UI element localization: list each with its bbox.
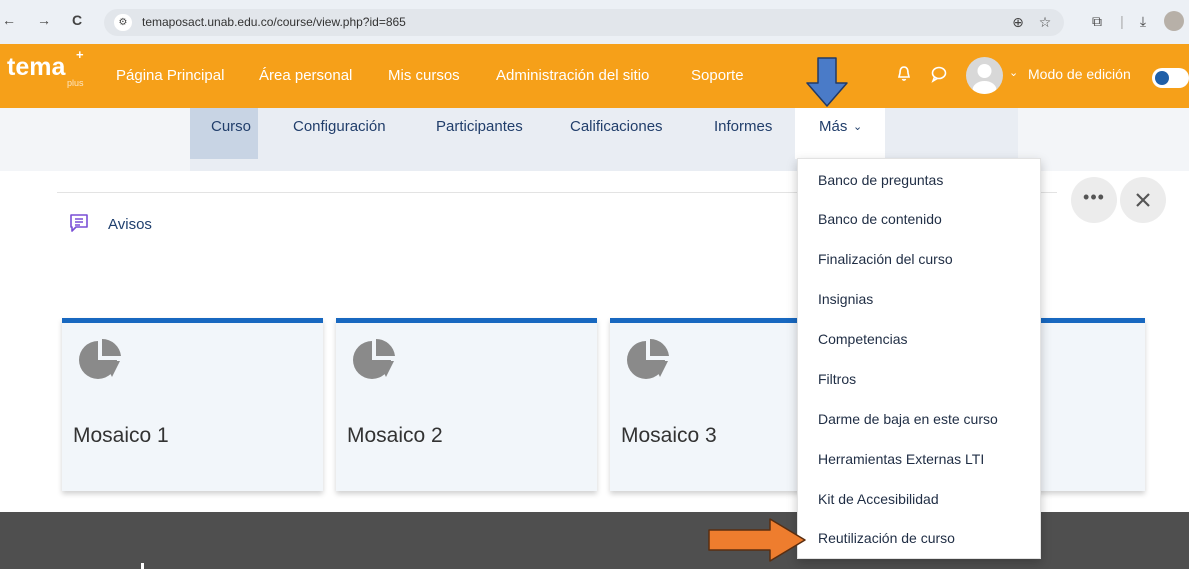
back-icon[interactable]: ← [0, 11, 18, 29]
forward-icon[interactable]: → [35, 11, 53, 29]
chevron-down-icon[interactable]: ⌄ [1009, 66, 1018, 79]
edit-mode-label: Modo de edición [1028, 66, 1131, 82]
tile-mosaico-2[interactable]: Mosaico 2 [336, 318, 597, 491]
pie-chart-icon [79, 338, 121, 379]
tile-mosaico-1[interactable]: Mosaico 1 [62, 318, 323, 491]
close-button[interactable] [1120, 177, 1166, 223]
nav-link-pagina-principal[interactable]: Página Principal [116, 67, 224, 84]
menu-item-reutilizacion-curso[interactable]: Reutilización de curso [818, 530, 955, 546]
tab-informes[interactable]: Informes [714, 118, 772, 135]
tile-title: Mosaico 2 [347, 424, 443, 447]
menu-item-filtros[interactable]: Filtros [818, 371, 856, 387]
chevron-down-icon[interactable]: ⌄ [853, 120, 862, 133]
profile-icon[interactable] [1164, 11, 1184, 31]
close-icon [1136, 193, 1150, 207]
tab-configuracion[interactable]: Configuración [293, 118, 386, 135]
mas-dropdown-menu: Banco de preguntas Banco de contenido Fi… [797, 158, 1041, 559]
footer-mark [141, 563, 144, 569]
nav-link-administracion[interactable]: Administración del sitio [496, 67, 649, 84]
tab-mas[interactable]: Más [819, 118, 847, 135]
edit-mode-toggle[interactable] [1152, 68, 1189, 88]
pie-chart-icon [353, 338, 395, 379]
extensions-icon[interactable]: ⧉ [1088, 12, 1106, 30]
site-navbar: tema + plus Página Principal Área person… [0, 44, 1189, 108]
menu-item-banco-preguntas[interactable]: Banco de preguntas [818, 172, 943, 188]
site-logo[interactable]: tema [7, 53, 65, 82]
address-bar[interactable]: ⚙ temaposact.unab.edu.co/course/view.php… [104, 9, 1064, 36]
tab-participantes[interactable]: Participantes [436, 118, 523, 135]
nav-link-area-personal[interactable]: Área personal [259, 67, 352, 84]
tile-title: Mosaico 1 [73, 424, 169, 447]
chat-icon[interactable] [929, 64, 949, 84]
menu-item-herramientas-lti[interactable]: Herramientas Externas LTI [818, 451, 984, 467]
nav-link-mis-cursos[interactable]: Mis cursos [388, 67, 460, 84]
bookmark-star-icon[interactable]: ☆ [1036, 13, 1054, 31]
logo-plus-text: plus [67, 78, 84, 88]
menu-item-competencias[interactable]: Competencias [818, 331, 908, 347]
more-options-button[interactable]: ••• [1071, 177, 1117, 223]
avisos-link[interactable]: Avisos [108, 216, 152, 233]
logo-plus-sign: + [76, 47, 84, 62]
menu-item-banco-contenido[interactable]: Banco de contenido [818, 211, 942, 227]
toggle-knob [1155, 71, 1169, 85]
zoom-icon[interactable]: ⊕ [1009, 13, 1027, 31]
annotation-down-arrow-icon [806, 57, 848, 107]
site-info-icon[interactable]: ⚙ [114, 14, 132, 31]
annotation-right-arrow-icon [708, 518, 806, 562]
pie-chart-icon [627, 338, 669, 379]
menu-item-finalizacion-curso[interactable]: Finalización del curso [818, 251, 953, 267]
browser-toolbar: ← → C ⚙ temaposact.unab.edu.co/course/vi… [0, 0, 1189, 44]
reload-icon[interactable]: C [68, 11, 86, 29]
toolbar-separator: | [1120, 13, 1124, 29]
forum-icon [70, 214, 88, 232]
tab-calificaciones[interactable]: Calificaciones [570, 118, 663, 135]
menu-item-kit-accesibilidad[interactable]: Kit de Accesibilidad [818, 491, 939, 507]
menu-item-darme-de-baja[interactable]: Darme de baja en este curso [818, 411, 998, 427]
tile-title: Mosaico 3 [621, 424, 717, 447]
url-text: temaposact.unab.edu.co/course/view.php?i… [142, 15, 406, 29]
user-avatar[interactable] [966, 57, 1003, 94]
menu-item-insignias[interactable]: Insignias [818, 291, 873, 307]
download-icon[interactable]: ⤓ [1134, 12, 1152, 30]
tab-curso[interactable]: Curso [211, 118, 251, 135]
bell-icon[interactable] [894, 64, 914, 84]
nav-link-soporte[interactable]: Soporte [691, 67, 744, 84]
